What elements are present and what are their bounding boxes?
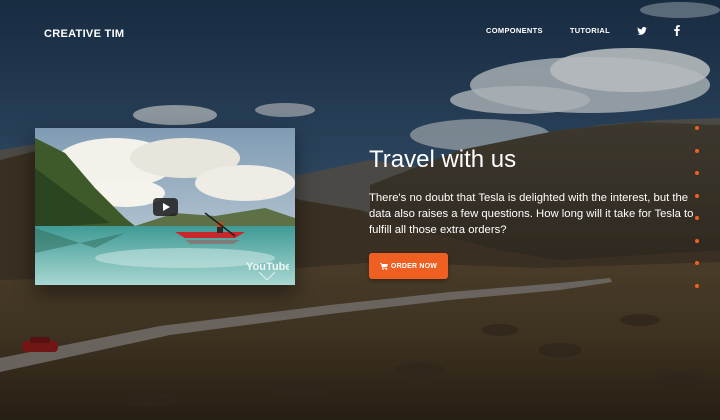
nav-item-tutorial[interactable]: TUTORIAL xyxy=(570,26,610,35)
slider-dot[interactable] xyxy=(695,148,699,153)
slider-dot[interactable] xyxy=(695,261,699,265)
youtube-logo-icon: YouTube xyxy=(245,258,291,281)
brand-logo[interactable]: CREATIVE TIM xyxy=(44,28,124,40)
slider-dot[interactable] xyxy=(695,238,699,243)
nav-item-components[interactable]: COMPONENTS xyxy=(486,26,543,35)
order-now-button[interactable]: ORDER NOW xyxy=(369,253,448,279)
slider-dot[interactable] xyxy=(695,193,699,198)
slider-dot[interactable] xyxy=(695,171,699,175)
hero-description: There's no doubt that Tesla is delighted… xyxy=(369,192,694,236)
twitter-icon[interactable] xyxy=(637,26,647,35)
play-icon[interactable] xyxy=(153,198,178,216)
cart-icon xyxy=(379,262,388,270)
slider-dot[interactable] xyxy=(695,216,699,220)
slider-dot[interactable] xyxy=(695,283,699,288)
facebook-icon[interactable] xyxy=(674,25,680,36)
slider-dot[interactable] xyxy=(695,126,699,130)
top-nav: COMPONENTS TUTORIAL xyxy=(459,25,680,36)
hero-title: Travel with us xyxy=(369,146,517,173)
youtube-logo-text: YouTube xyxy=(246,261,289,273)
slider-dots xyxy=(695,126,699,306)
order-now-label: ORDER NOW xyxy=(390,262,438,270)
